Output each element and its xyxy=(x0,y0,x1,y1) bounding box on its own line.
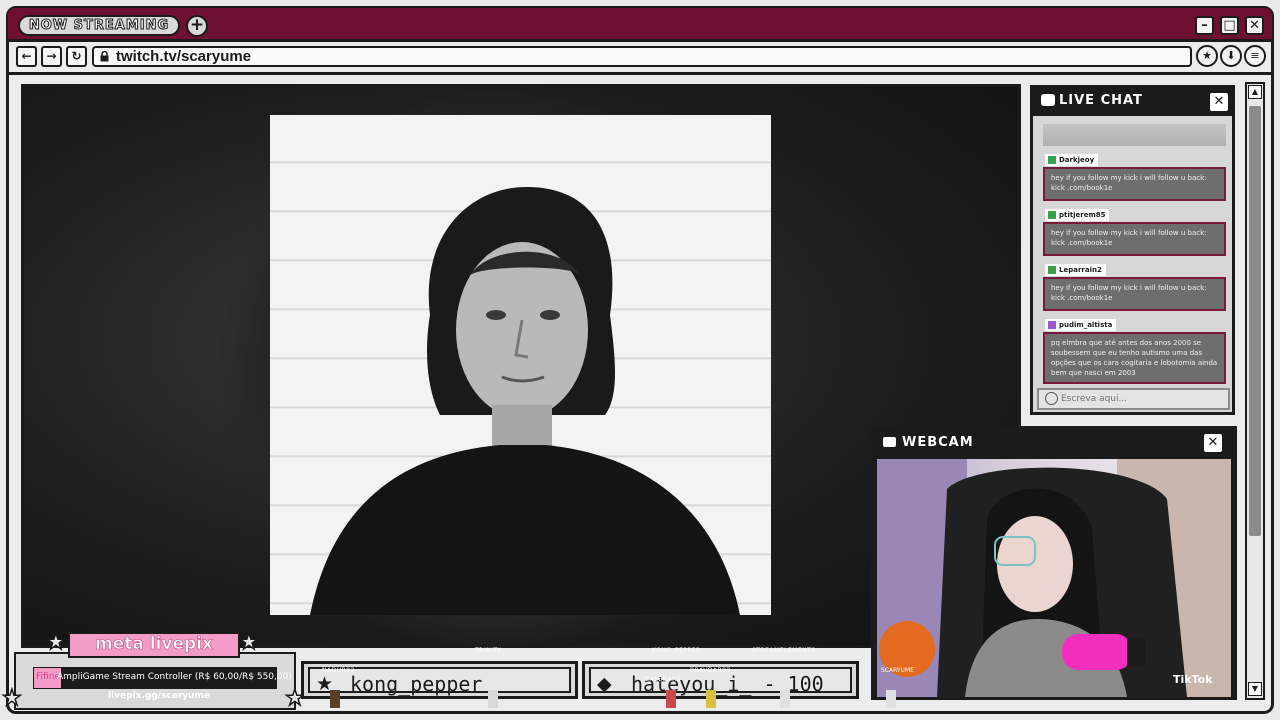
url-text: twitch.tv/scaryume xyxy=(116,48,252,65)
tiktok-watermark: TikTok xyxy=(1173,673,1213,686)
forward-button[interactable]: → xyxy=(41,46,62,67)
webcam-feed: SCARYUME TikTok xyxy=(877,459,1231,697)
lock-icon xyxy=(100,50,109,65)
viewer-sprite xyxy=(706,690,716,708)
webcam-header: WEBCAM ✕ xyxy=(874,429,1234,457)
star-icon: ★ xyxy=(45,629,66,656)
chat-title: LIVE CHAT xyxy=(1059,93,1143,108)
chat-message: pq elmbra que até antes dos anos 2000 se… xyxy=(1043,332,1226,384)
emoji-icon[interactable] xyxy=(1045,392,1058,405)
chat-username: Leparrain2 xyxy=(1045,264,1106,276)
viewer-tag: NADUR82 xyxy=(322,667,355,674)
recent-follower-name: kong_pepper xyxy=(350,672,483,696)
live-chat-panel: LIVE CHAT ✕ Darkjeoy hey if you follow m… xyxy=(1030,85,1235,415)
viewer-tag: BRAVOAR93 xyxy=(690,667,731,674)
viewer-sprite xyxy=(886,690,896,708)
chat-header: LIVE CHAT ✕ xyxy=(1033,88,1232,116)
webcam-title: WEBCAM xyxy=(902,435,974,450)
star-icon: ★ xyxy=(238,629,259,656)
livepix-title: meta livepix xyxy=(68,632,240,658)
viewer-tag: BASEBARS xyxy=(645,676,682,683)
chat-username: pudim_altista xyxy=(1045,319,1117,331)
diamond-icon: ◆ xyxy=(597,673,612,695)
chat-bubble-icon xyxy=(1041,94,1055,106)
camera-icon xyxy=(883,437,896,447)
address-bar[interactable]: twitch.tv/scaryume xyxy=(92,46,1192,67)
chat-username-text: pudim_altista xyxy=(1059,321,1113,329)
chat-close-button[interactable]: ✕ xyxy=(1210,93,1228,111)
scrollbar-thumb[interactable] xyxy=(1249,106,1261,536)
chat-banner xyxy=(1043,124,1226,146)
chat-username-text: ptitjerem85 xyxy=(1059,211,1106,219)
webcam-panel: WEBCAM ✕ SCARYUME TikTok xyxy=(871,426,1237,700)
viewer-tag: KONG_PEPPER xyxy=(652,647,701,654)
chat-username-text: Darkjeoy xyxy=(1059,156,1095,164)
user-badge-icon xyxy=(1048,211,1056,219)
close-button[interactable]: ✕ xyxy=(1245,16,1264,35)
back-button[interactable]: ← xyxy=(16,46,37,67)
bookmark-star-icon[interactable]: ★ xyxy=(1196,45,1218,67)
viewer-tag: TRINITY_ xyxy=(475,647,506,654)
page-scrollbar[interactable]: ▲ ▼ xyxy=(1245,82,1265,700)
chat-message: hey if you follow my kick i will follow … xyxy=(1043,167,1226,201)
webcam-close-button[interactable]: ✕ xyxy=(1204,434,1222,452)
livepix-url[interactable]: livepix.gg/scaryume xyxy=(108,691,210,701)
chat-message: hey if you follow my kick i will follow … xyxy=(1043,222,1226,256)
viewer-sprite xyxy=(488,690,498,708)
user-badge-icon xyxy=(1048,266,1056,274)
viewer-tag: STREAMELEMENTS xyxy=(752,647,816,654)
now-streaming-badge: NOW STREAMING xyxy=(18,15,180,36)
chat-input-box[interactable] xyxy=(1037,388,1230,410)
chat-username-text: Leparrain2 xyxy=(1059,266,1102,274)
reload-button[interactable]: ↻ xyxy=(66,46,87,67)
download-icon[interactable]: ⬇ xyxy=(1220,45,1242,67)
scroll-up-icon[interactable]: ▲ xyxy=(1248,85,1262,99)
new-tab-button[interactable]: + xyxy=(186,15,208,37)
chat-username: ptitjerem85 xyxy=(1045,209,1110,221)
chat-message: hey if you follow my kick i will follow … xyxy=(1043,277,1226,311)
star-icon: ★ xyxy=(1,685,22,712)
minimize-button[interactable]: – xyxy=(1195,16,1214,35)
maximize-button[interactable]: □ xyxy=(1220,16,1239,35)
user-badge-icon xyxy=(1048,156,1056,164)
menu-icon[interactable]: ≡ xyxy=(1244,45,1266,67)
livepix-goal-bar: Fifine AmpliGame Stream Controller (R$ 6… xyxy=(33,667,292,689)
viewer-sprite xyxy=(780,690,790,708)
viewer-sprite xyxy=(666,690,676,708)
user-badge-icon xyxy=(1048,321,1056,329)
toolbar-divider xyxy=(8,72,1272,75)
scroll-down-icon[interactable]: ▼ xyxy=(1248,682,1262,696)
chat-username: Darkjeoy xyxy=(1045,154,1099,166)
portrait-photo xyxy=(270,115,771,615)
goal-text: AmpliGame Stream Controller (R$ 60,00/R$… xyxy=(57,672,292,682)
chat-input[interactable] xyxy=(1061,391,1221,407)
webcam-user-tag: SCARYUME xyxy=(881,667,914,674)
viewer-sprite xyxy=(330,690,340,708)
